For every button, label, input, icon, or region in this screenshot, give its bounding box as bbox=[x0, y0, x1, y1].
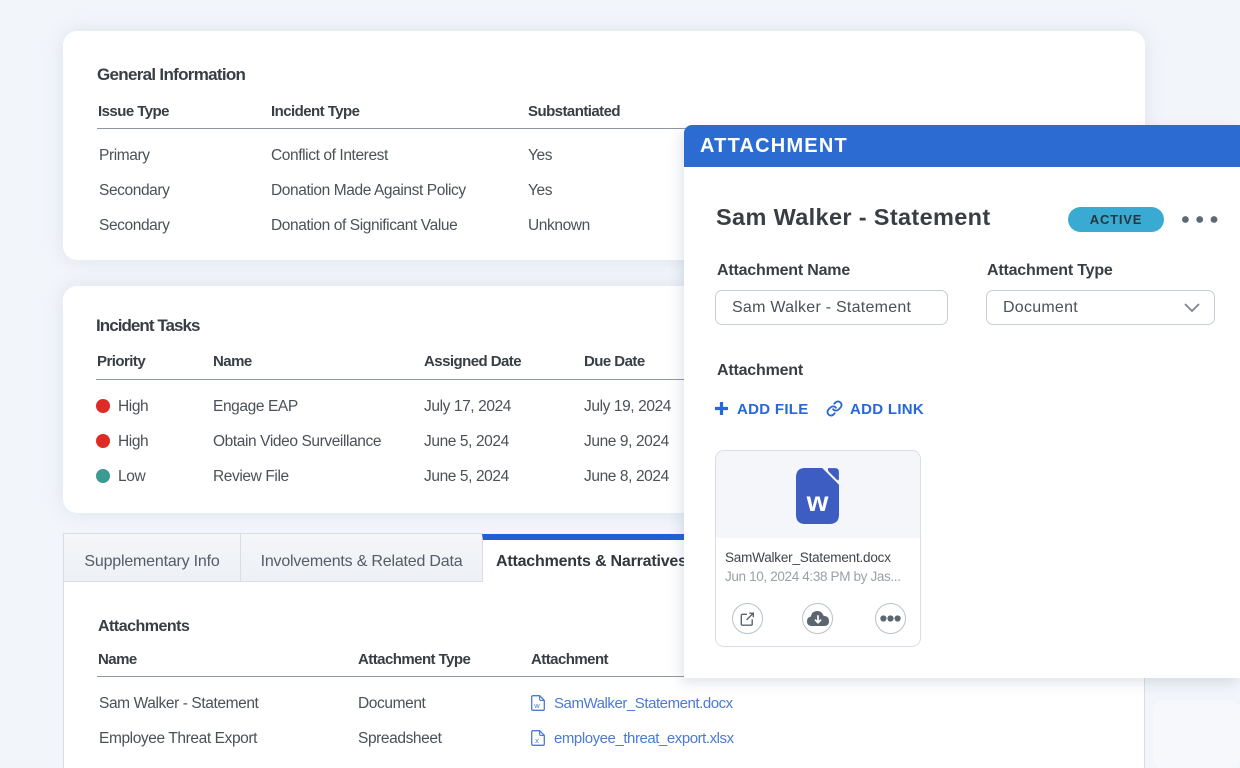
svg-text:w: w bbox=[806, 486, 829, 517]
svg-text:w: w bbox=[533, 701, 540, 710]
svg-text:x: x bbox=[535, 736, 539, 745]
